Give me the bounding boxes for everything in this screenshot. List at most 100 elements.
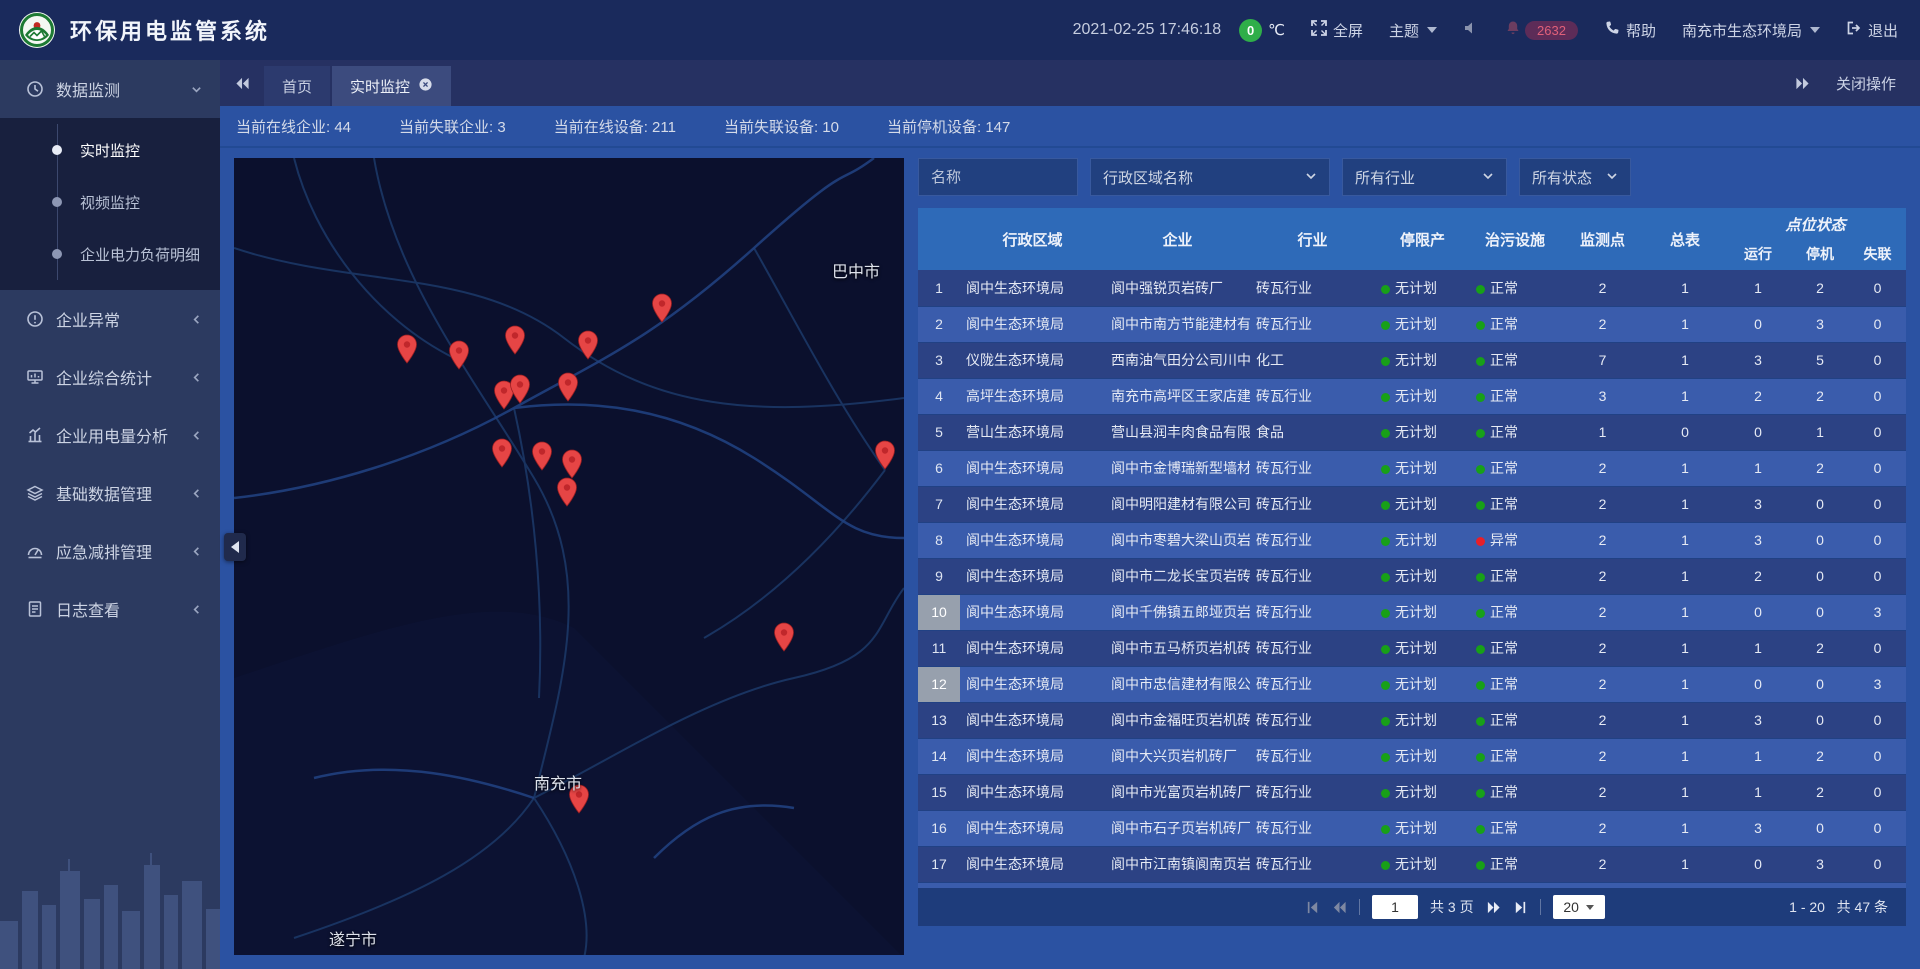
cell-points: 1 [1560,414,1645,450]
tab-realtime[interactable]: 实时监控 [332,66,451,106]
cell-industry: 砖瓦行业 [1250,666,1375,702]
fullscreen-button[interactable]: 全屏 [1311,20,1363,41]
table-row[interactable]: 17阆中生态环境局阆中市江南镇阆南页岩砖瓦行业无计划正常21030 [918,846,1906,882]
table-row[interactable]: 4高坪生态环境局南充市高坪区王家店建砖瓦行业无计划正常31220 [918,378,1906,414]
row-index: 4 [918,378,960,414]
status-dot-icon [1381,789,1390,798]
mute-button[interactable] [1463,20,1479,40]
tab-close-icon[interactable] [418,77,433,96]
cell-points: 2 [1560,666,1645,702]
map-pin-icon[interactable] [504,325,526,355]
map-panel[interactable]: 巴中市南充市遂宁市 [234,158,904,955]
sidebar-item-enterprise-abnormal[interactable]: 企业异常 [0,290,220,348]
sidebar-subitem-realtime-monitoring[interactable]: 实时监控 [0,124,220,176]
map-pin-icon[interactable] [491,438,513,468]
sidebar-item-data-monitoring[interactable]: 数据监测 [0,60,220,118]
table-row[interactable]: 13阆中生态环境局阆中市金福旺页岩机砖砖瓦行业无计划正常21300 [918,702,1906,738]
table-row[interactable]: 6阆中生态环境局阆中市金博瑞新型墙材砖瓦行业无计划正常21120 [918,450,1906,486]
industry-filter-select[interactable]: 所有行业 [1342,158,1507,196]
map-pin-icon[interactable] [561,449,583,479]
last-page-button[interactable] [1513,900,1528,915]
table-row[interactable]: 9阆中生态环境局阆中市二龙长宝页岩砖砖瓦行业无计划正常21200 [918,558,1906,594]
cell-facility-status: 正常 [1470,738,1560,774]
map-pin-icon[interactable] [557,372,579,402]
chevron-left-icon [191,488,202,499]
map-pin-icon[interactable] [556,477,578,507]
sidebar-item-enterprise-power-analysis[interactable]: 企业用电量分析 [0,406,220,464]
temperature-indicator: 0 ℃ [1239,19,1285,42]
table-row[interactable]: 12阆中生态环境局阆中市忠信建材有限公砖瓦行业无计划正常21003 [918,666,1906,702]
notifications[interactable]: 2632 [1505,20,1578,40]
col-stopped: 停机 [1791,242,1849,270]
table-row[interactable]: 3仪陇生态环境局西南油气田分公司川中化工无计划正常71350 [918,342,1906,378]
status-dot-icon [1381,609,1390,618]
map-pin-icon[interactable] [396,334,418,364]
map-pin-icon[interactable] [448,340,470,370]
table-row[interactable]: 16阆中生态环境局阆中市石子页岩机砖厂砖瓦行业无计划正常21300 [918,810,1906,846]
cell-region: 阆中生态环境局 [960,558,1105,594]
cell-company: 南充市高坪区王家店建 [1105,378,1250,414]
first-page-button[interactable] [1305,900,1320,915]
cell-stopped: 1 [1791,414,1849,450]
chevron-left-icon [191,372,202,383]
cell-meter: 1 [1645,558,1725,594]
tabs-scroll-left-button[interactable] [220,60,264,106]
map-pin-icon[interactable] [577,330,599,360]
table-row[interactable]: 8阆中生态环境局阆中市枣碧大梁山页岩砖瓦行业无计划异常21300 [918,522,1906,558]
page-size-select[interactable]: 20 [1553,895,1605,919]
cell-company: 阆中市金博瑞新型墙材 [1105,450,1250,486]
tab-home[interactable]: 首页 [264,66,330,106]
sidebar-item-enterprise-statistics[interactable]: 企业综合统计 [0,348,220,406]
sidebar-item-emergency-reduction[interactable]: 应急减排管理 [0,522,220,580]
map-pin-icon[interactable] [773,622,795,652]
map-pin-icon[interactable] [509,374,531,404]
cell-offline: 0 [1849,306,1906,342]
map-pin-icon[interactable] [531,441,553,471]
chevron-left-icon [231,541,239,553]
table-row[interactable]: 14阆中生态环境局阆中大兴页岩机砖厂砖瓦行业无计划正常21120 [918,738,1906,774]
cell-company: 西南油气田分公司川中 [1105,342,1250,378]
sidebar-subitem-enterprise-power-load-detail[interactable]: 企业电力负荷明细 [0,228,220,280]
status-dot-icon [1476,285,1485,294]
org-user-dropdown[interactable]: 南充市生态环境局 [1682,20,1820,41]
table-row[interactable]: 10阆中生态环境局阆中千佛镇五郎垭页岩砖瓦行业无计划正常21003 [918,594,1906,630]
layers-icon [26,484,44,502]
close-operations-button[interactable]: 关闭操作 [1836,73,1896,94]
app-root: 环保用电监管系统 2021-02-25 17:46:18 0 ℃ 全屏 主题 2… [0,0,1920,969]
row-index: 2 [918,306,960,342]
cell-region: 阆中生态环境局 [960,666,1105,702]
help-button[interactable]: 帮助 [1604,20,1656,41]
cell-stopped: 2 [1791,270,1849,306]
status-dot-icon [1476,393,1485,402]
map-pin-icon[interactable] [651,293,673,323]
table-row[interactable]: 5营山生态环境局营山县润丰肉食品有限食品无计划正常10010 [918,414,1906,450]
cell-points: 7 [1560,342,1645,378]
cell-company: 阆中市南方节能建材有 [1105,306,1250,342]
cell-points: 2 [1560,846,1645,882]
cell-stopped: 0 [1791,810,1849,846]
name-filter-input[interactable] [931,169,1065,186]
status-filter-select[interactable]: 所有状态 [1519,158,1631,196]
previous-page-button[interactable] [1332,900,1347,915]
table-row[interactable]: 2阆中生态环境局阆中市南方节能建材有砖瓦行业无计划正常21030 [918,306,1906,342]
sidebar-item-base-data-management[interactable]: 基础数据管理 [0,464,220,522]
table-row[interactable]: 11阆中生态环境局阆中市五马桥页岩机砖砖瓦行业无计划正常21120 [918,630,1906,666]
sidebar-subitem-video-monitoring[interactable]: 视频监控 [0,176,220,228]
row-index: 12 [918,666,960,702]
cell-points: 2 [1560,738,1645,774]
sidebar-item-log-view[interactable]: 日志查看 [0,580,220,638]
table-row[interactable]: 7阆中生态环境局阆中明阳建材有限公司砖瓦行业无计划正常21300 [918,486,1906,522]
page-number-input[interactable] [1372,895,1418,919]
next-page-button[interactable] [1486,900,1501,915]
logout-button[interactable]: 退出 [1846,20,1898,41]
cell-limit-status: 无计划 [1375,270,1470,306]
region-filter-select[interactable]: 行政区域名称 [1090,158,1330,196]
temperature-value: 0 [1239,19,1262,42]
tabs-scroll-right-button[interactable] [1795,76,1810,91]
map-pin-icon[interactable] [874,440,896,470]
map-city-label: 南充市 [534,770,582,794]
table-row[interactable]: 15阆中生态环境局阆中市光富页岩机砖厂砖瓦行业无计划正常21120 [918,774,1906,810]
table-row[interactable]: 1阆中生态环境局阆中强锐页岩砖厂砖瓦行业无计划正常21120 [918,270,1906,306]
theme-dropdown[interactable]: 主题 [1389,20,1437,41]
map-collapse-button[interactable] [224,533,246,561]
